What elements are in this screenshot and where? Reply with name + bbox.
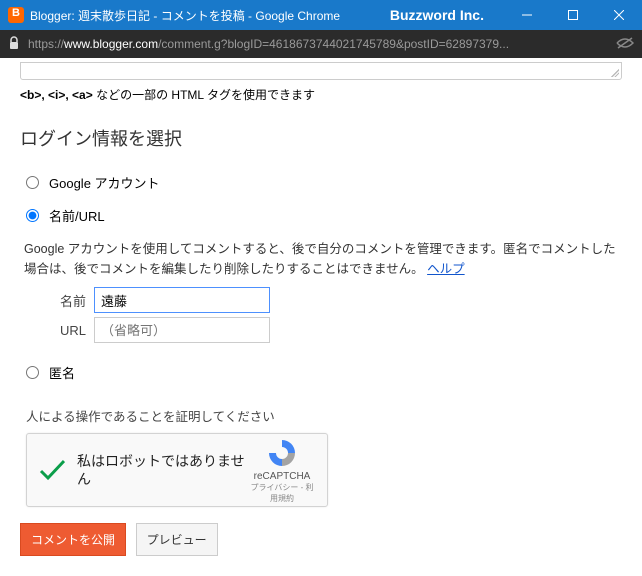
incognito-icon[interactable] [616, 36, 634, 53]
radio-anon-label: 匿名 [49, 363, 75, 382]
section-title: ログイン情報を選択 [20, 125, 622, 151]
close-button[interactable] [596, 0, 642, 30]
blogger-icon [8, 7, 24, 23]
verify-label: 人による操作であることを証明してください [26, 406, 622, 425]
url-label: URL [36, 323, 86, 338]
identity-description: Google アカウントを使用してコメントすると、後で自分のコメントを管理できま… [24, 239, 618, 279]
url-text: https://www.blogger.com/comment.g?blogID… [28, 37, 608, 51]
radio-nameurl-label: 名前/URL [49, 206, 105, 225]
preview-button[interactable]: プレビュー [136, 523, 218, 556]
comment-textarea[interactable] [20, 62, 622, 80]
radio-google[interactable]: Google アカウント [26, 173, 622, 192]
name-row: 名前 [36, 287, 622, 313]
recaptcha-logo-icon [266, 437, 298, 469]
radio-anon[interactable]: 匿名 [26, 363, 622, 382]
lock-icon [8, 36, 20, 53]
button-row: コメントを公開 プレビュー [20, 523, 622, 556]
recaptcha-brand: reCAPTCHA プライバシー - 利用規約 [247, 437, 317, 504]
window-brand: Buzzword Inc. [390, 7, 484, 23]
url-row: URL [36, 317, 622, 343]
recaptcha-label: 私はロボットではありません [77, 452, 247, 488]
minimize-button[interactable] [504, 0, 550, 30]
recaptcha-name: reCAPTCHA [247, 471, 317, 482]
maximize-button[interactable] [550, 0, 596, 30]
name-label: 名前 [36, 291, 86, 310]
radio-nameurl-input[interactable] [26, 209, 39, 222]
publish-button[interactable]: コメントを公開 [20, 523, 126, 556]
page-content: <b>, <i>, <a> などの一部の HTML タグを使用できます ログイン… [0, 58, 642, 576]
address-bar[interactable]: https://www.blogger.com/comment.g?blogID… [0, 30, 642, 58]
window-title: Blogger: 週末散歩日記 - コメントを投稿 - Google Chrom… [30, 7, 340, 24]
recaptcha-terms[interactable]: プライバシー - 利用規約 [247, 482, 317, 504]
radio-nameurl[interactable]: 名前/URL [26, 206, 622, 225]
radio-google-label: Google アカウント [49, 173, 160, 192]
help-link[interactable]: ヘルプ [427, 262, 465, 276]
url-input[interactable] [94, 317, 270, 343]
html-hint: <b>, <i>, <a> などの一部の HTML タグを使用できます [20, 86, 622, 103]
window-titlebar: Blogger: 週末散歩日記 - コメントを投稿 - Google Chrom… [0, 0, 642, 30]
checkmark-icon [37, 456, 65, 484]
name-input[interactable] [94, 287, 270, 313]
radio-google-input[interactable] [26, 176, 39, 189]
recaptcha-widget[interactable]: 私はロボットではありません reCAPTCHA プライバシー - 利用規約 [26, 433, 328, 507]
radio-anon-input[interactable] [26, 366, 39, 379]
